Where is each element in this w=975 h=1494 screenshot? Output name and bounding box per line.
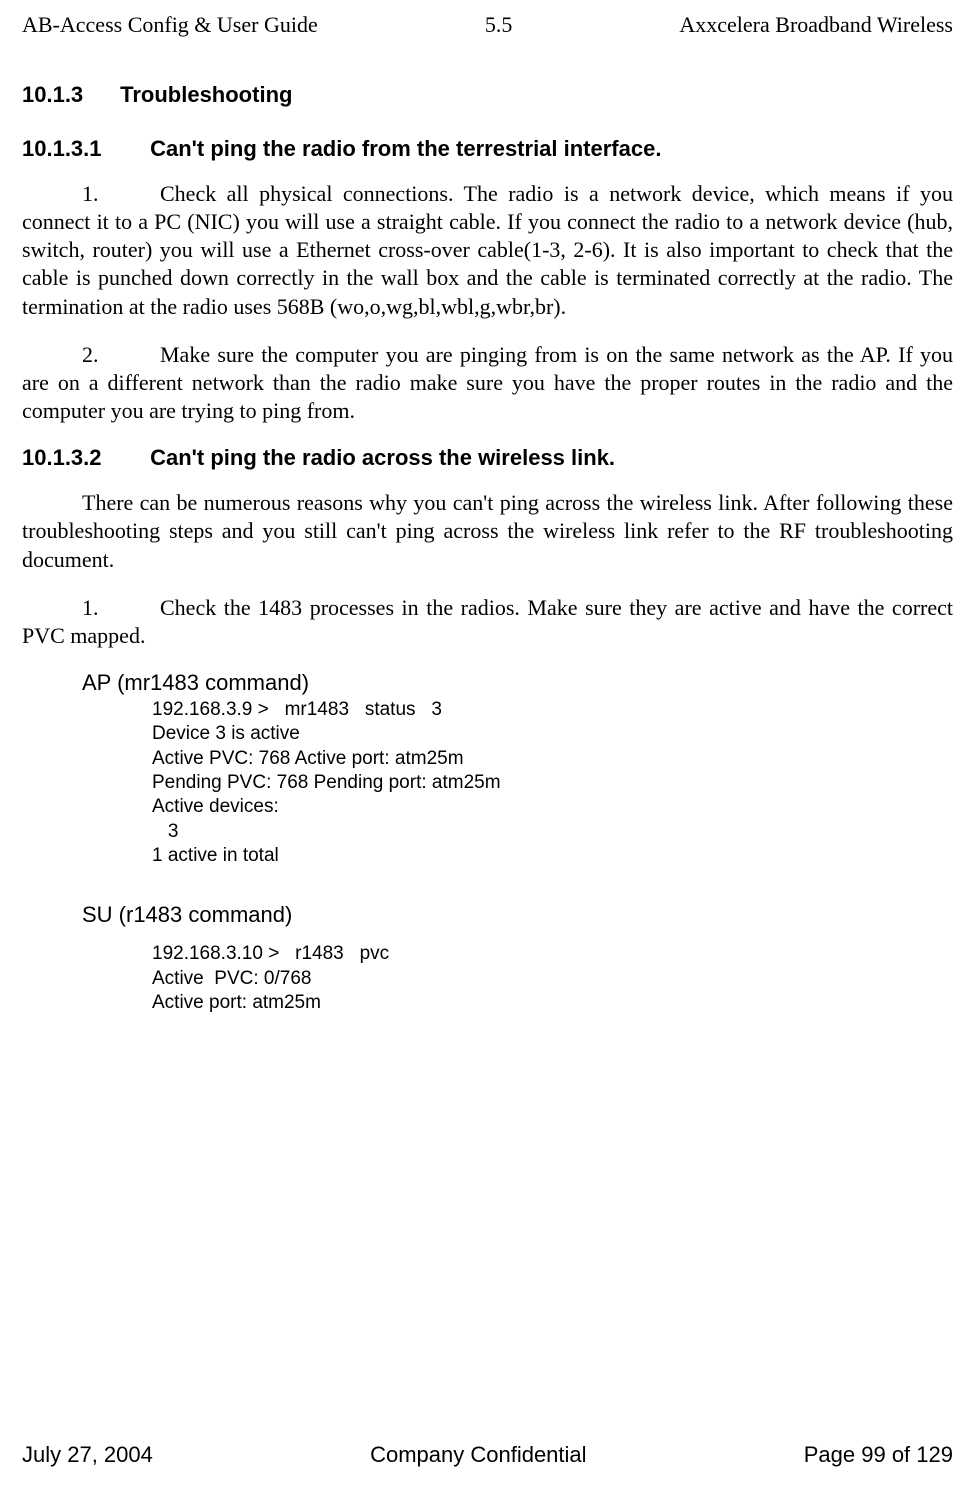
page-footer: July 27, 2004 Company Confidential Page …	[22, 1442, 953, 1468]
subsection-2-heading: 10.1.3.2 Can't ping the radio across the…	[22, 445, 953, 471]
footer-confidential: Company Confidential	[370, 1442, 586, 1468]
su-command-output: 192.168.3.10 > r1483 pvc Active PVC: 0/7…	[152, 942, 953, 1015]
header-version: 5.5	[485, 12, 513, 38]
su-command-label: SU (r1483 command)	[82, 902, 953, 928]
paragraph-1: 1.Check all physical connections. The ra…	[22, 180, 953, 321]
list-number-2: 2.	[82, 341, 160, 369]
paragraph-4-text: Check the 1483 processes in the radios. …	[22, 595, 953, 648]
paragraph-2: 2.Make sure the computer you are pinging…	[22, 341, 953, 425]
list-number-1: 1.	[82, 180, 160, 208]
subsection-2-number: 10.1.3.2	[22, 445, 144, 471]
subsection-1-heading: 10.1.3.1 Can't ping the radio from the t…	[22, 136, 953, 162]
header-left: AB-Access Config & User Guide	[22, 12, 318, 38]
paragraph-1-text: Check all physical connections. The radi…	[22, 181, 953, 319]
paragraph-4: 1.Check the 1483 processes in the radios…	[22, 594, 953, 650]
subsection-1-title: Can't ping the radio from the terrestria…	[150, 136, 661, 161]
ap-command-label: AP (mr1483 command)	[82, 670, 953, 696]
subsection-1-number: 10.1.3.1	[22, 136, 144, 162]
ap-command-output: 192.168.3.9 > mr1483 status 3 Device 3 i…	[152, 698, 953, 868]
paragraph-3: There can be numerous reasons why you ca…	[22, 489, 953, 573]
header-right: Axxcelera Broadband Wireless	[679, 12, 953, 38]
section-heading: 10.1.3 Troubleshooting	[22, 82, 953, 108]
page-header: AB-Access Config & User Guide 5.5 Axxcel…	[22, 12, 953, 38]
list-number-3: 1.	[82, 594, 160, 622]
section-title: Troubleshooting	[120, 82, 292, 107]
footer-page-number: Page 99 of 129	[804, 1442, 953, 1468]
paragraph-2-text: Make sure the computer you are pinging f…	[22, 342, 953, 423]
footer-date: July 27, 2004	[22, 1442, 153, 1468]
subsection-2-title: Can't ping the radio across the wireless…	[150, 445, 615, 470]
section-number: 10.1.3	[22, 82, 114, 108]
